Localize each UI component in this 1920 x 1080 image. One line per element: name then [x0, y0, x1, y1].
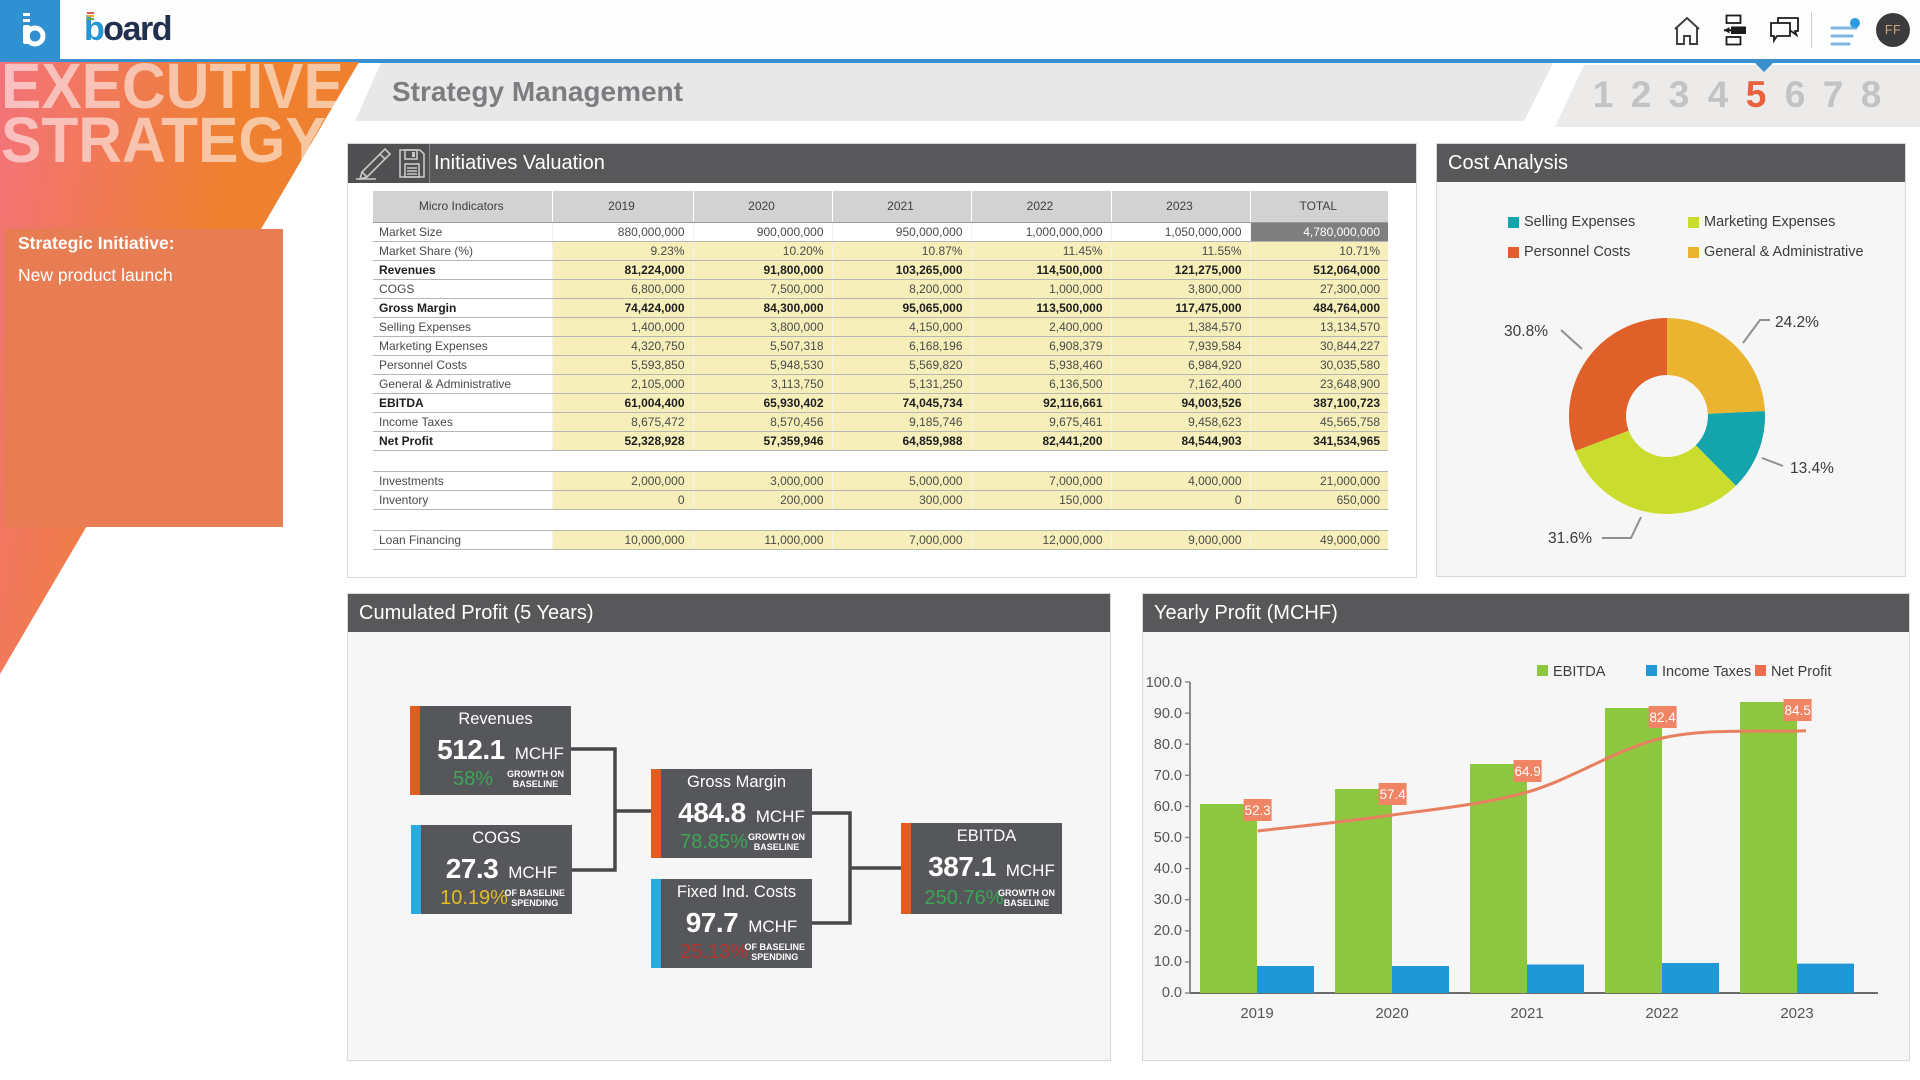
svg-text:0.0: 0.0 [1162, 985, 1182, 1001]
svg-text:31.6%: 31.6% [1548, 530, 1592, 547]
svg-text:2023: 2023 [1780, 1005, 1813, 1022]
svg-text:2022: 2022 [1645, 1005, 1678, 1022]
svg-text:64.9: 64.9 [1514, 764, 1540, 779]
svg-text:2019: 2019 [1240, 1005, 1273, 1022]
svg-text:24.2%: 24.2% [1775, 314, 1819, 331]
svg-text:82.4: 82.4 [1649, 710, 1676, 725]
svg-text:Net Profit: Net Profit [1771, 664, 1831, 680]
svg-text:Income Taxes: Income Taxes [1662, 664, 1751, 680]
svg-text:2020: 2020 [1375, 1005, 1408, 1022]
svg-text:EBITDA: EBITDA [1553, 664, 1606, 680]
svg-text:60.0: 60.0 [1154, 799, 1182, 815]
svg-text:10.0: 10.0 [1154, 954, 1182, 970]
svg-text:20.0: 20.0 [1154, 923, 1182, 939]
svg-text:90.0: 90.0 [1154, 706, 1182, 722]
svg-text:84.5: 84.5 [1784, 703, 1810, 718]
svg-text:50.0: 50.0 [1154, 830, 1182, 846]
svg-text:30.8%: 30.8% [1504, 323, 1548, 340]
svg-text:52.3: 52.3 [1244, 803, 1270, 818]
svg-text:30.0: 30.0 [1154, 892, 1182, 908]
svg-text:100.0: 100.0 [1146, 675, 1182, 691]
svg-text:2021: 2021 [1510, 1005, 1543, 1022]
svg-text:13.4%: 13.4% [1790, 460, 1834, 477]
svg-text:70.0: 70.0 [1154, 768, 1182, 784]
svg-text:80.0: 80.0 [1154, 737, 1182, 753]
svg-text:57.4: 57.4 [1379, 787, 1406, 802]
svg-text:40.0: 40.0 [1154, 861, 1182, 877]
